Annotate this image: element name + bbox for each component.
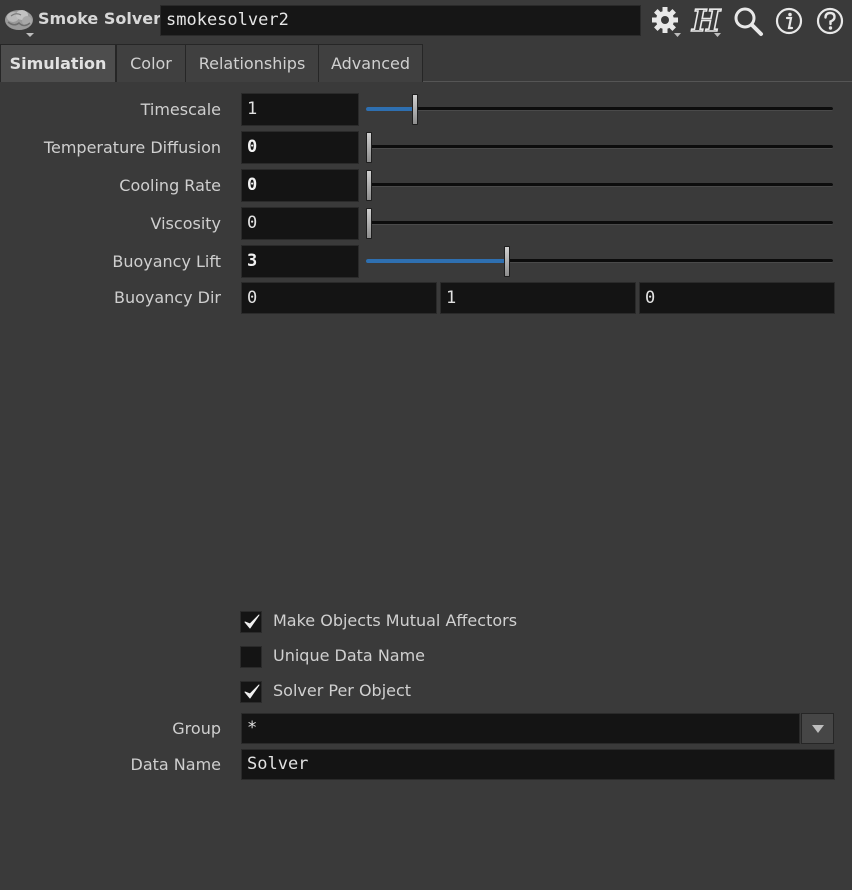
timescale-label: Timescale — [140, 100, 221, 119]
solver-per-object-checkbox[interactable] — [240, 681, 262, 703]
viscosity-field[interactable]: 0 — [241, 207, 359, 240]
slider-track — [366, 183, 833, 187]
buoyancy-dir-label: Buoyancy Dir — [113, 288, 221, 307]
info-icon[interactable] — [772, 4, 806, 38]
buoyancy-lift-label: Buoyancy Lift — [112, 252, 221, 271]
tab-color[interactable]: Color — [116, 44, 186, 82]
unique-data-name-checkbox[interactable] — [240, 646, 262, 668]
data-name-input[interactable]: Solver — [241, 749, 835, 780]
group-input[interactable]: * — [241, 713, 800, 744]
buoyancy-dir-x-field[interactable]: 0 — [241, 282, 437, 314]
buoyancy-dir-z-field[interactable]: 0 — [639, 282, 835, 314]
smoke-node-icon[interactable] — [2, 4, 36, 38]
slider-track — [366, 107, 833, 111]
temperature-diffusion-field[interactable]: 0 — [241, 131, 359, 164]
mutual-affectors-label: Make Objects Mutual Affectors — [273, 611, 518, 630]
slider-handle[interactable] — [412, 94, 419, 125]
timescale-slider[interactable] — [366, 93, 833, 126]
tab-simulation[interactable]: Simulation — [0, 44, 116, 82]
node-type-label: Smoke Solver — [38, 9, 161, 28]
slider-track — [366, 221, 833, 225]
tab-bar: Simulation Color Relationships Advanced — [0, 44, 852, 82]
cooling-rate-label: Cooling Rate — [119, 176, 221, 195]
search-icon[interactable] — [731, 4, 765, 38]
parameter-header: Smoke Solver smokesolver2 H — [0, 0, 852, 42]
solver-per-object-label: Solver Per Object — [273, 681, 412, 700]
buoyancy-dir-y-field[interactable]: 1 — [440, 282, 636, 314]
checkmark-icon — [244, 614, 260, 629]
svg-text:H: H — [691, 4, 722, 38]
buoyancy-lift-slider[interactable] — [366, 245, 833, 278]
node-name-input[interactable]: smokesolver2 — [160, 5, 641, 36]
buoyancy-lift-field[interactable]: 3 — [241, 245, 359, 278]
cooling-rate-field[interactable]: 0 — [241, 169, 359, 202]
help-icon[interactable] — [813, 4, 847, 38]
slider-handle[interactable] — [366, 208, 372, 239]
slider-fill — [366, 259, 508, 263]
data-name-label: Data Name — [130, 755, 222, 774]
tab-advanced[interactable]: Advanced — [318, 44, 423, 82]
slider-track — [366, 145, 833, 149]
group-menu-button[interactable] — [801, 713, 834, 744]
slider-handle[interactable] — [504, 246, 511, 277]
viscosity-label: Viscosity — [150, 214, 221, 233]
slider-handle[interactable] — [366, 170, 372, 201]
tab-relationships[interactable]: Relationships — [185, 44, 319, 82]
chevron-down-icon — [812, 725, 824, 733]
group-label: Group — [172, 719, 221, 738]
temperature-diffusion-label: Temperature Diffusion — [43, 138, 221, 157]
cooling-rate-slider[interactable] — [366, 169, 833, 202]
checkmark-icon — [244, 684, 260, 699]
slider-fill — [366, 107, 416, 111]
mutual-affectors-checkbox[interactable] — [240, 611, 262, 633]
houdini-help-icon[interactable]: H — [688, 4, 722, 38]
timescale-field[interactable]: 1 — [241, 93, 359, 126]
gear-icon[interactable] — [648, 4, 682, 38]
slider-handle[interactable] — [366, 132, 372, 163]
temperature-diffusion-slider[interactable] — [366, 131, 833, 164]
viscosity-slider[interactable] — [366, 207, 833, 240]
unique-data-name-label: Unique Data Name — [273, 646, 426, 665]
